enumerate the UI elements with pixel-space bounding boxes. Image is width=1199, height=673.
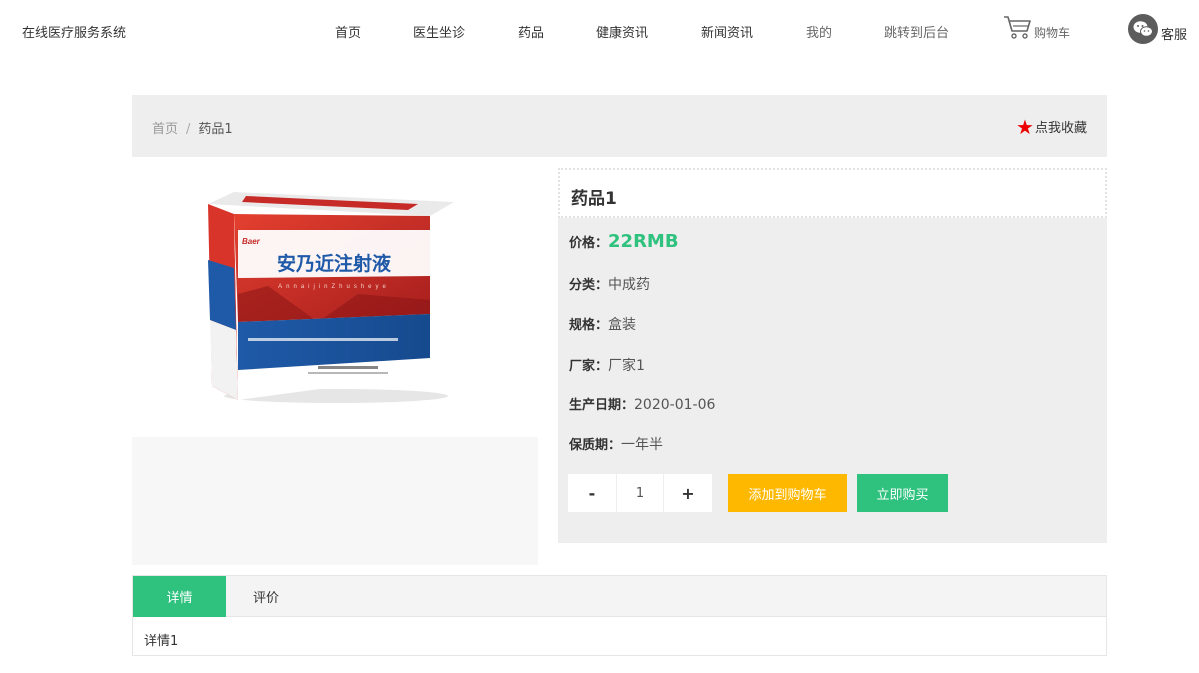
product-thumbnail-area — [132, 437, 538, 565]
site-brand[interactable]: 在线医疗服务系统 — [22, 22, 126, 41]
price-value: 22RMB — [608, 231, 679, 252]
nav-mine[interactable]: 我的 — [806, 22, 832, 41]
buy-now-button[interactable]: 立即购买 — [857, 474, 948, 512]
nav-health-info[interactable]: 健康资讯 — [596, 22, 648, 41]
shelf-life-label: 保质期： — [569, 438, 622, 453]
favorite-label: 点我收藏 — [1034, 121, 1087, 136]
cart-label: 购物车 — [1034, 26, 1071, 40]
quantity-input[interactable]: 1 — [616, 474, 664, 512]
wechat-icon — [1128, 14, 1158, 44]
production-date-row: 生产日期：2020-01-06 — [569, 394, 715, 413]
breadcrumb-home[interactable]: 首页 — [152, 122, 178, 137]
manufacturer-label: 厂家： — [569, 359, 609, 374]
service-label: 客服 — [1161, 27, 1188, 43]
detail-tabs: 详情 评价 详情1 — [132, 575, 1107, 656]
nav-medicine[interactable]: 药品 — [518, 22, 544, 41]
product-image-panel: Baer 安乃近注射液 AnnaijinZhusheye — [132, 160, 538, 436]
box-brand: Baer — [242, 237, 261, 246]
favorite-button[interactable]: ★ 点我收藏 — [1016, 114, 1087, 139]
breadcrumb-separator: / — [186, 122, 191, 137]
tab-content: 详情1 — [144, 634, 179, 649]
spec-value: 盒装 — [608, 317, 637, 333]
shelf-life-row: 保质期：一年半 — [569, 434, 663, 454]
star-icon: ★ — [1016, 114, 1034, 139]
spec-row: 规格：盒装 — [569, 314, 636, 334]
tab-header: 详情 评价 — [133, 576, 1106, 617]
manufacturer-row: 厂家：厂家1 — [569, 355, 645, 375]
product-title-box: 药品1 — [558, 168, 1107, 218]
production-date-label: 生产日期： — [569, 398, 635, 413]
manufacturer-value: 厂家1 — [608, 358, 645, 374]
cart-icon — [1003, 14, 1031, 44]
product-info-panel: 药品1 价格：22RMB 分类：中成药 规格：盒装 厂家：厂家1 生产日期：20… — [558, 168, 1107, 543]
product-title: 药品1 — [571, 189, 617, 209]
increase-button[interactable]: + — [664, 474, 712, 512]
breadcrumb-bar: 首页 / 药品1 ★ 点我收藏 — [132, 95, 1107, 157]
add-to-cart-button[interactable]: 添加到购物车 — [728, 474, 847, 512]
top-header: 在线医疗服务系统 首页 医生坐诊 药品 健康资讯 新闻资讯 我的 跳转到后台 购… — [0, 0, 1199, 62]
nav-home[interactable]: 首页 — [335, 22, 361, 41]
category-value: 中成药 — [608, 277, 651, 293]
spec-label: 规格： — [569, 318, 609, 333]
nav-doctor[interactable]: 医生坐诊 — [413, 22, 465, 41]
box-pinyin: AnnaijinZhusheye — [278, 284, 390, 290]
tab-reviews[interactable]: 评价 — [226, 576, 306, 617]
nav-admin[interactable]: 跳转到后台 — [884, 22, 949, 41]
category-label: 分类： — [569, 278, 609, 293]
quantity-stepper: - 1 + — [568, 474, 712, 512]
decrease-button[interactable]: - — [568, 474, 616, 512]
box-title: 安乃近注射液 — [277, 252, 392, 275]
breadcrumb-current: 药品1 — [198, 122, 233, 137]
nav-news[interactable]: 新闻资讯 — [701, 22, 753, 41]
production-date-value: 2020-01-06 — [634, 397, 716, 413]
price-row: 价格：22RMB — [569, 231, 679, 252]
product-image: Baer 安乃近注射液 AnnaijinZhusheye — [208, 190, 454, 405]
price-label: 价格： — [569, 236, 609, 251]
customer-service-link[interactable]: 客服 — [1128, 14, 1187, 44]
cart-link[interactable]: 购物车 — [1003, 14, 1070, 44]
shelf-life-value: 一年半 — [621, 437, 664, 453]
tab-details[interactable]: 详情 — [133, 576, 226, 617]
breadcrumb: 首页 / 药品1 — [152, 118, 233, 137]
category-row: 分类：中成药 — [569, 274, 650, 294]
